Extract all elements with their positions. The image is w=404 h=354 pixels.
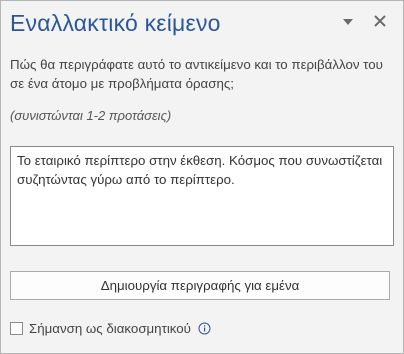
alt-text-input[interactable]: Το εταιρικό περίπτερο στην έκθεση. Κόσμο… xyxy=(10,146,394,246)
decorative-checkbox[interactable] xyxy=(10,322,23,335)
description-prompt: Πώς θα περιγράφατε αυτό το αντικείμενο κ… xyxy=(10,57,383,91)
chevron-down-icon[interactable] xyxy=(341,15,355,29)
alt-text-pane: Εναλλακτικό κείμενο Πώς θα περιγράφατε α… xyxy=(0,0,404,354)
generate-description-button[interactable]: Δημιουργία περιγραφής για εμένα xyxy=(10,271,390,300)
decorative-checkbox-label[interactable]: Σήμανση ως διακοσμητικού xyxy=(29,321,191,336)
pane-title: Εναλλακτικό κείμενο xyxy=(10,10,221,36)
close-icon[interactable] xyxy=(372,13,388,29)
sentence-hint: (συνιστώνται 1-2 προτάσεις) xyxy=(10,108,172,123)
decorative-option: Σήμανση ως διακοσμητικού xyxy=(10,321,211,336)
info-icon[interactable] xyxy=(198,322,211,335)
